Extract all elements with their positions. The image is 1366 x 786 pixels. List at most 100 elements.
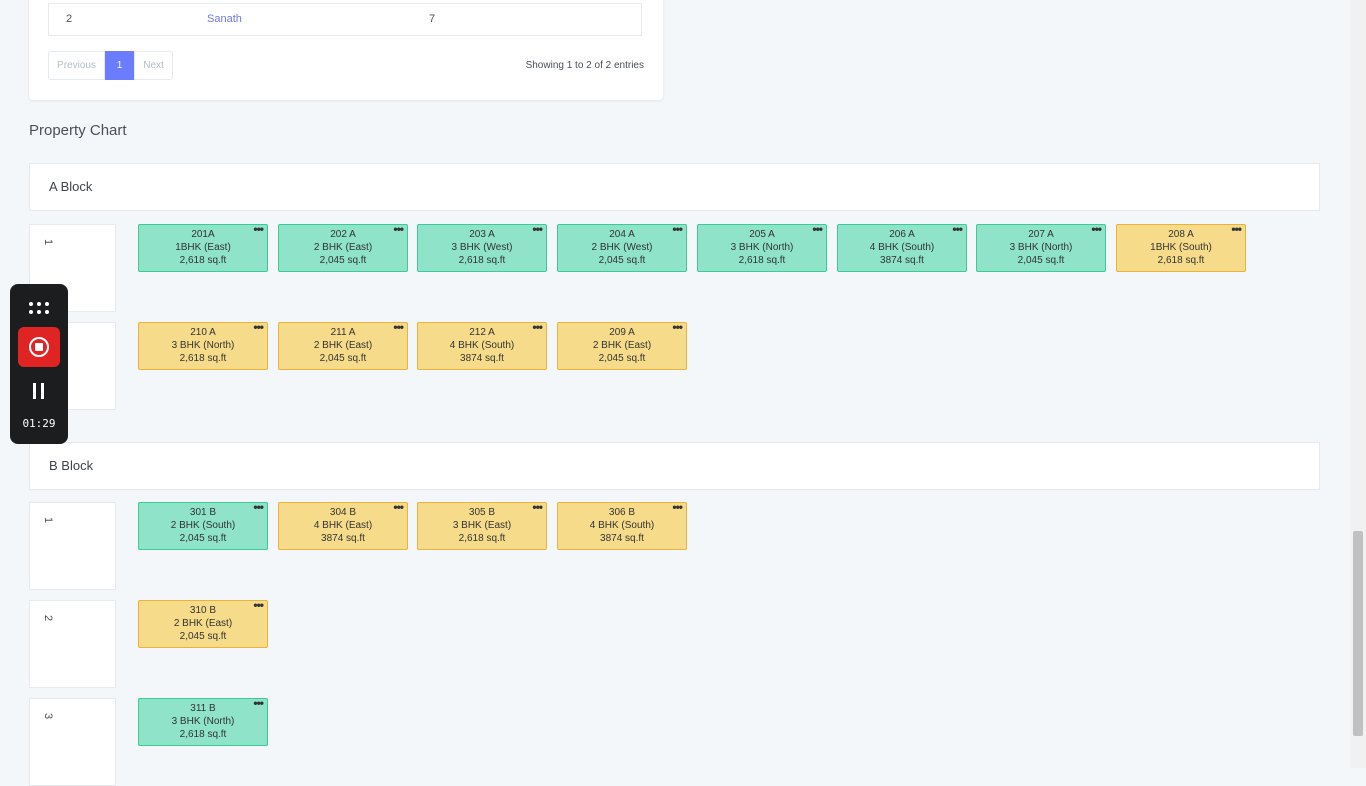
- unit-area: 2,045 sq.ft: [319, 353, 367, 364]
- unit-area: 3874 sq.ft: [460, 353, 504, 364]
- unit-id: 207 A: [1028, 229, 1054, 240]
- pause-icon[interactable]: [33, 383, 45, 399]
- unit-id: 205 A: [749, 229, 775, 240]
- entries-info: Showing 1 to 2 of 2 entries: [525, 60, 644, 71]
- unit-tile[interactable]: ••• 209 A 2 BHK (East) 2,045 sq.ft: [557, 321, 687, 370]
- unit-area: 2,618 sq.ft: [458, 255, 506, 266]
- unit-id: 304 B: [329, 507, 357, 518]
- unit-id: 204 A: [609, 229, 635, 240]
- unit-area: 2,045 sq.ft: [179, 631, 227, 642]
- more-options-icon[interactable]: •••: [952, 223, 963, 236]
- scrollbar-thumb[interactable]: [1353, 531, 1363, 736]
- more-options-icon[interactable]: •••: [253, 697, 264, 710]
- unit-type: 2 BHK (East): [173, 618, 233, 629]
- unit-type: 2 BHK (South): [170, 520, 236, 531]
- unit-tile[interactable]: ••• 305 B 3 BHK (East) 2,618 sq.ft: [417, 501, 547, 550]
- drag-handle-icon[interactable]: [29, 302, 49, 314]
- unit-type: 2 BHK (West): [591, 242, 653, 253]
- more-options-icon[interactable]: •••: [253, 321, 264, 334]
- unit-tile[interactable]: ••• 206 A 4 BHK (South) 3874 sq.ft: [837, 223, 967, 272]
- floor-label: 1: [42, 239, 54, 246]
- block-name: B Block: [49, 458, 94, 473]
- unit-tile[interactable]: ••• 212 A 4 BHK (South) 3874 sq.ft: [417, 321, 547, 370]
- unit-tile[interactable]: ••• 301 B 2 BHK (South) 2,045 sq.ft: [138, 501, 268, 550]
- unit-type: 2 BHK (East): [592, 340, 652, 351]
- unit-id: 306 B: [608, 507, 636, 518]
- unit-area: 2,045 sq.ft: [1017, 255, 1065, 266]
- row-number: 2: [66, 13, 73, 25]
- unit-tile[interactable]: ••• 310 B 2 BHK (East) 2,045 sq.ft: [138, 599, 268, 648]
- next-page-button[interactable]: Next: [134, 51, 173, 80]
- recording-timer: 01:29: [22, 417, 56, 430]
- unit-tile[interactable]: ••• 304 B 4 BHK (East) 3874 sq.ft: [278, 501, 408, 550]
- unit-type: 2 BHK (East): [313, 242, 373, 253]
- more-options-icon[interactable]: •••: [393, 223, 404, 236]
- unit-tile[interactable]: ••• 202 A 2 BHK (East) 2,045 sq.ft: [278, 223, 408, 272]
- unit-id: 305 B: [468, 507, 496, 518]
- b-block-header[interactable]: B Block: [29, 442, 1320, 490]
- floor-label: 1: [42, 517, 54, 524]
- unit-tile[interactable]: ••• 311 B 3 BHK (North) 2,618 sq.ft: [138, 697, 268, 746]
- more-options-icon[interactable]: •••: [253, 599, 264, 612]
- unit-id: 311 B: [190, 703, 216, 714]
- unit-id: 210 A: [190, 327, 216, 338]
- floor-b-1: 1: [29, 502, 116, 590]
- unit-tile[interactable]: ••• 210 A 3 BHK (North) 2,618 sq.ft: [138, 321, 268, 370]
- unit-id: 201A: [191, 229, 215, 240]
- property-chart-title: Property Chart: [29, 122, 127, 139]
- floor-label: 2: [42, 615, 54, 622]
- more-options-icon[interactable]: •••: [812, 223, 823, 236]
- more-options-icon[interactable]: •••: [532, 501, 543, 514]
- unit-type: 3 BHK (West): [451, 242, 513, 253]
- more-options-icon[interactable]: •••: [1091, 223, 1102, 236]
- more-options-icon[interactable]: •••: [672, 321, 683, 334]
- more-options-icon[interactable]: •••: [253, 223, 264, 236]
- row-name-link[interactable]: Sanath: [207, 13, 242, 25]
- unit-area: 3874 sq.ft: [880, 255, 924, 266]
- unit-area: 2,618 sq.ft: [1157, 255, 1205, 266]
- unit-tile[interactable]: ••• 205 A 3 BHK (North) 2,618 sq.ft: [697, 223, 827, 272]
- unit-area: 2,045 sq.ft: [598, 353, 646, 364]
- unit-type: 1BHK (East): [175, 242, 231, 253]
- more-options-icon[interactable]: •••: [672, 223, 683, 236]
- unit-tile[interactable]: ••• 204 A 2 BHK (West) 2,045 sq.ft: [557, 223, 687, 272]
- unit-tile[interactable]: ••• 211 A 2 BHK (East) 2,045 sq.ft: [278, 321, 408, 370]
- stop-square-icon: [35, 343, 43, 351]
- table-row: 2 Sanath 7: [48, 3, 642, 36]
- block-name: A Block: [49, 179, 93, 194]
- unit-tile[interactable]: ••• 207 A 3 BHK (North) 2,045 sq.ft: [976, 223, 1106, 272]
- more-options-icon[interactable]: •••: [672, 501, 683, 514]
- unit-area: 3874 sq.ft: [600, 533, 644, 544]
- unit-type: 1BHK (South): [1150, 242, 1212, 253]
- more-options-icon[interactable]: •••: [393, 501, 404, 514]
- stop-recording-button[interactable]: [18, 327, 60, 367]
- unit-id: 202 A: [330, 229, 356, 240]
- more-options-icon[interactable]: •••: [532, 223, 543, 236]
- page-scrollbar[interactable]: [1350, 0, 1366, 768]
- unit-type: 4 BHK (South): [869, 242, 935, 253]
- page-1-button[interactable]: 1: [105, 51, 134, 80]
- a-block-header[interactable]: A Block: [29, 163, 1320, 211]
- unit-area: 2,618 sq.ft: [458, 533, 506, 544]
- unit-id: 208 A: [1168, 229, 1194, 240]
- unit-tile[interactable]: ••• 201A 1BHK (East) 2,618 sq.ft: [138, 223, 268, 272]
- unit-area: 2,618 sq.ft: [179, 255, 227, 266]
- unit-id: 209 A: [609, 327, 635, 338]
- unit-area: 2,045 sq.ft: [598, 255, 646, 266]
- previous-page-button[interactable]: Previous: [48, 51, 105, 80]
- unit-area: 2,618 sq.ft: [179, 353, 227, 364]
- unit-tile[interactable]: ••• 208 A 1BHK (South) 2,618 sq.ft: [1116, 223, 1246, 272]
- screen-recorder-widget: 01:29: [10, 284, 68, 444]
- unit-id: 301 B: [189, 507, 217, 518]
- row-value: 7: [429, 13, 436, 25]
- more-options-icon[interactable]: •••: [532, 321, 543, 334]
- entries-table-card: 2 Sanath 7 Previous 1 Next Showing 1 to …: [29, 0, 663, 100]
- unit-area: 2,045 sq.ft: [179, 533, 227, 544]
- more-options-icon[interactable]: •••: [1231, 223, 1242, 236]
- more-options-icon[interactable]: •••: [393, 321, 404, 334]
- unit-type: 2 BHK (East): [313, 340, 373, 351]
- unit-tile[interactable]: ••• 306 B 4 BHK (South) 3874 sq.ft: [557, 501, 687, 550]
- more-options-icon[interactable]: •••: [253, 501, 264, 514]
- unit-type: 4 BHK (South): [449, 340, 515, 351]
- unit-tile[interactable]: ••• 203 A 3 BHK (West) 2,618 sq.ft: [417, 223, 547, 272]
